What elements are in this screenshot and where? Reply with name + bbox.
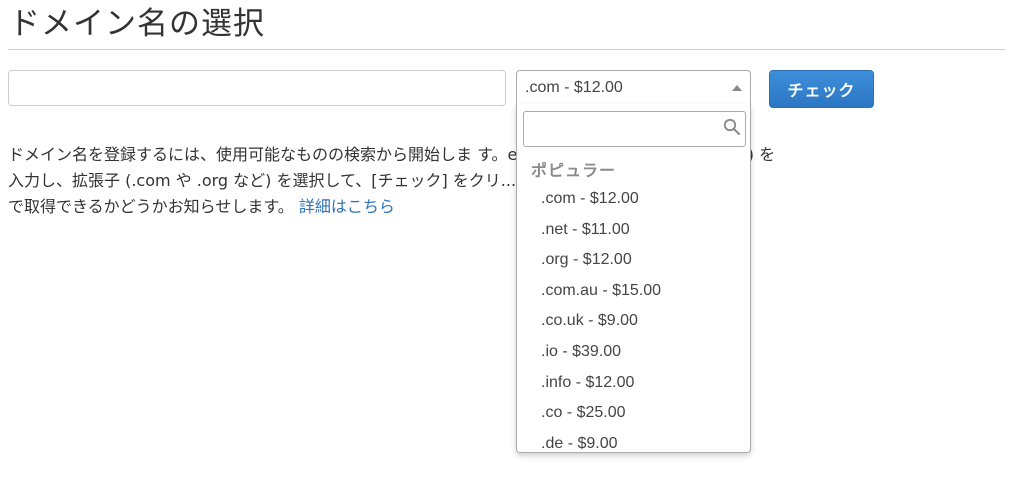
title-divider (8, 49, 1005, 50)
tld-select[interactable]: .com - $12.00 (516, 70, 751, 106)
tld-option[interactable]: .org - $12.00 (517, 245, 750, 276)
description-line-2: 入力し、拡張子 (.com や .org など) を選択して、[チェック] をク… (8, 171, 740, 190)
tld-option[interactable]: .co - $25.00 (517, 398, 750, 429)
search-icon (723, 118, 740, 135)
page: ドメイン名の選択 .com - $12.00 チェック ドメイン名を登録するには… (0, 0, 1024, 491)
caret-up-icon (732, 85, 742, 91)
description-line-1: ドメイン名を登録するには、使用可能なものの検索から開始しま す。example.… (8, 145, 776, 164)
tld-select-value: .com - $12.00 (525, 79, 623, 96)
page-title: ドメイン名の選択 (9, 6, 265, 42)
tld-option-list: .com - $12.00 .net - $11.00 .org - $12.0… (517, 184, 750, 452)
learn-more-link[interactable]: 詳細はこちら (299, 197, 395, 216)
tld-option[interactable]: .io - $39.00 (517, 337, 750, 368)
tld-option[interactable]: .com.au - $15.00 (517, 276, 750, 307)
domain-name-input[interactable] (8, 70, 506, 106)
option-group-label: ポピュラー (531, 161, 617, 180)
description-line-3: で取得できるかどうかお知らせします。 詳細はこちら (8, 194, 1008, 220)
tld-option[interactable]: .info - $12.00 (517, 368, 750, 399)
tld-option[interactable]: .net - $11.00 (517, 215, 750, 246)
tld-option[interactable]: .co.uk - $9.00 (517, 306, 750, 337)
description-line-3-text: で取得できるかどうかお知らせします。 (8, 197, 294, 216)
tld-option[interactable]: .de - $9.00 (517, 429, 750, 452)
check-button[interactable]: チェック (769, 70, 874, 108)
tld-search-input[interactable] (523, 111, 746, 147)
tld-dropdown[interactable]: ポピュラー .com - $12.00 .net - $11.00 .org -… (516, 104, 751, 453)
tld-option[interactable]: .com - $12.00 (517, 184, 750, 215)
description: ドメイン名を登録するには、使用可能なものの検索から開始しま す。example.… (8, 142, 1008, 220)
